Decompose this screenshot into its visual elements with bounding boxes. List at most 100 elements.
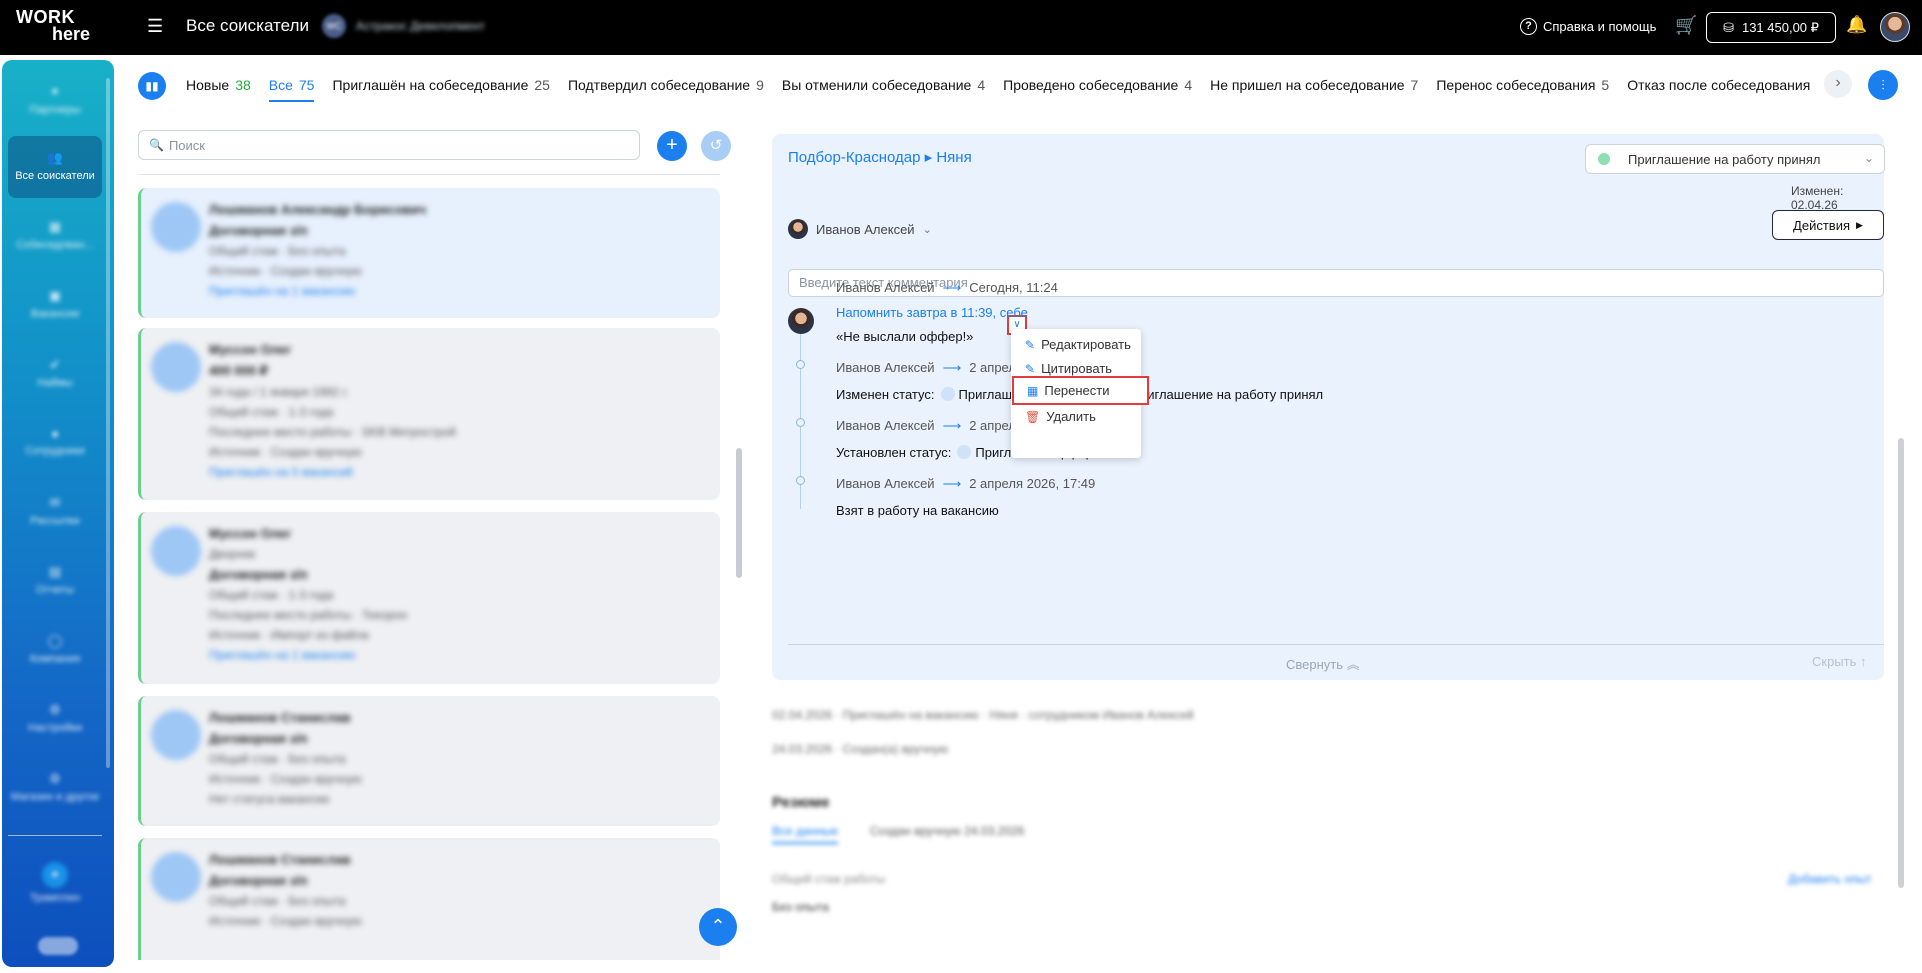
candidate-salary: Договорная з/п <box>209 223 308 238</box>
candidate-detail: Нет статуса вакансии <box>209 792 330 806</box>
sidebar-divider <box>8 835 102 836</box>
tabs-settings-button[interactable]: ⫶ <box>1868 70 1898 100</box>
candidate-card[interactable]: Лошманов Станислав Договорная з/п Общий … <box>138 696 720 826</box>
candidate-vacancies-link[interactable]: Приглашён на 5 вакансий <box>209 465 456 479</box>
tab-no-show[interactable]: Не пришел на собеседование 7 <box>1210 71 1418 99</box>
history-icon: ↺ <box>709 137 723 154</box>
search-input[interactable]: 🔍 Поиск <box>138 130 640 160</box>
funnel-chart-button[interactable]: ▮▮ <box>138 72 166 100</box>
sidebar-item-partners[interactable]: ✦ Партнеры <box>8 70 102 132</box>
person-name: Иванов Алексей <box>816 221 915 237</box>
candidate-detail: Последнее место работы · Текорон <box>209 608 408 622</box>
user-avatar[interactable] <box>1880 12 1910 42</box>
candidate-card[interactable]: Муссон Олег Дворник Договорная з/п Общий… <box>138 512 720 684</box>
handshake-icon: ✦ <box>49 84 61 99</box>
arrow-right-icon: ⟶ <box>942 418 962 433</box>
tab-cancelled[interactable]: Вы отменили собеседование 4 <box>782 71 985 99</box>
tab-confirmed[interactable]: Подтвердил собеседование 9 <box>568 71 764 99</box>
tab-label: Не пришел на собеседование <box>1210 77 1405 93</box>
sidebar-item-hires[interactable]: ✔ Наймы <box>8 343 102 405</box>
candidate-vacancies-link[interactable]: Приглашён на 1 вакансию <box>209 648 407 662</box>
bar-chart-icon: ▮▮ <box>145 79 159 93</box>
actions-button[interactable]: Действия ▶ <box>1772 210 1884 240</box>
list-divider <box>138 174 720 175</box>
candidate-detail: Последнее место работы · SKB Метрострой <box>209 425 456 439</box>
sidebar-item-interviews[interactable]: ▦ Собеседован... <box>8 205 102 267</box>
tab-label: Вы отменили собеседование <box>781 77 972 93</box>
status-select[interactable]: Приглашение на работу принял ⌄ <box>1585 144 1885 174</box>
timeline-dot <box>796 360 805 369</box>
sidebar-item-settings[interactable]: ⚙ Настройки <box>8 688 102 750</box>
tab-count: 38 <box>235 77 251 93</box>
tab-held[interactable]: Проведено собеседование 4 <box>1003 71 1192 99</box>
sidebar-item-employees[interactable]: ● Сотрудники <box>8 412 102 474</box>
history-row: 02.04.2026 · Приглашён на вакансию · Нян… <box>772 708 1194 722</box>
cart-icon[interactable]: 🛒 <box>1675 15 1697 36</box>
sidebar-item-bottom[interactable]: ✦ Трамплин <box>8 850 102 920</box>
menu-item-edit[interactable]: ✎ Редактировать <box>1025 337 1131 352</box>
tab-rescheduled[interactable]: Перенос собеседования 5 <box>1436 71 1609 99</box>
help-link[interactable]: ? Справка и помощь <box>1520 18 1656 35</box>
collapse-button[interactable]: Свернуть ︽ <box>1286 654 1360 673</box>
menu-icon[interactable]: ☰ <box>147 17 167 35</box>
pencil-icon: ✎ <box>1025 337 1036 352</box>
candidate-detail: Общий стаж · 1-3 года <box>209 405 334 419</box>
scrollbar-thumb[interactable] <box>1898 438 1904 888</box>
resume-tab-created[interactable]: Создан вручную 24.03.2026 <box>870 824 1024 838</box>
sidebar-item-shop[interactable]: ⚙ Магазин и другое <box>8 757 102 819</box>
sidebar-item-all-candidates[interactable]: 👥 Все соискатели <box>8 136 102 198</box>
candidate-avatar <box>151 526 201 576</box>
company-avatar[interactable]: WC <box>322 14 346 38</box>
changed-date: Изменен: 02.04.26 <box>1791 184 1844 212</box>
candidate-card[interactable]: Муссон Олег 400 000 ₽ 34 года / 1 января… <box>138 328 720 500</box>
tab-count: 25 <box>534 77 550 93</box>
list-scrollbar[interactable] <box>736 148 742 938</box>
resume-tab-all[interactable]: Все данные <box>772 824 839 844</box>
sidebar-item-mailings[interactable]: ✉ Рассылки <box>8 481 102 543</box>
menu-item-quote[interactable]: ✎ Цитировать <box>1025 361 1112 376</box>
detail-scrollbar[interactable] <box>1898 138 1904 958</box>
candidate-vacancies-link[interactable]: Приглашён на 1 вакансию <box>209 284 426 298</box>
scrollbar-thumb[interactable] <box>736 448 742 578</box>
responsible-person[interactable]: Иванов Алексей ⌄ <box>788 219 932 239</box>
chevron-right-icon: › <box>1835 74 1841 91</box>
status-dot-icon <box>1598 153 1610 165</box>
entry-time: 2 апреля 2026, 17:49 <box>969 476 1096 491</box>
sidebar-item-company[interactable]: ◯ Компания <box>8 619 102 681</box>
sidebar-item-label: Отчеты <box>35 584 75 596</box>
theme-toggle[interactable] <box>38 937 78 955</box>
candidate-card[interactable]: Лошманов Александр Борисович Договорная … <box>138 188 720 318</box>
user-icon: ● <box>51 426 59 441</box>
tab-all[interactable]: Все 75 <box>268 71 315 102</box>
arrow-right-icon: ⟶ <box>942 476 962 491</box>
menu-item-delete[interactable]: 🗑 Удалить <box>1025 409 1096 424</box>
candidate-card[interactable]: Лошманов Станислав Договорная з/п Общий … <box>138 838 720 960</box>
balance-button[interactable]: ⛁ 131 450,00 ₽ <box>1706 12 1836 43</box>
bell-icon[interactable]: 🔔 <box>1846 15 1867 35</box>
sidebar-item-vacancies[interactable]: ▣ Вакансии <box>8 274 102 336</box>
logo[interactable]: WORK here <box>16 8 90 46</box>
entry-author: Иванов Алексей <box>836 280 935 295</box>
candidates-list-panel: 🔍 Поиск + ↺ Лошманов Александр Борисович… <box>124 118 746 966</box>
menu-item-label: Цитировать <box>1041 361 1113 376</box>
sidebar-item-reports[interactable]: ▤ Отчеты <box>8 550 102 612</box>
tab-invited[interactable]: Приглашён на собеседование 25 <box>332 71 549 99</box>
reminder-link[interactable]: Напомнить завтра в 11:39, себе <box>836 305 1028 320</box>
tab-rejected[interactable]: Отказ после собеседования6 <box>1627 71 1816 99</box>
add-experience-link[interactable]: Добавить опыт <box>1788 872 1872 886</box>
tab-count: 75 <box>298 77 315 93</box>
tab-new[interactable]: Новые 38 <box>186 71 251 99</box>
breadcrumb[interactable]: Подбор-Краснодар ▸ Няня <box>788 148 972 166</box>
entry-author: Иванов Алексей <box>836 418 935 433</box>
entry-author: Иванов Алексей <box>836 360 935 375</box>
candidate-info: Муссон Олег Дворник Договорная з/п Общий… <box>209 526 407 668</box>
tabs-next-button[interactable]: › <box>1824 70 1852 98</box>
menu-item-move[interactable]: ▦ Перенести <box>1027 383 1110 398</box>
add-candidate-button[interactable]: + <box>657 131 687 161</box>
sidebar-scrollbar[interactable] <box>106 78 110 768</box>
history-button[interactable]: ↺ <box>701 131 731 161</box>
sidebar-item-label: Вакансии <box>30 308 80 320</box>
scroll-to-top-button[interactable]: ⌃ <box>699 908 737 946</box>
hide-button[interactable]: Скрыть ↑ <box>1812 654 1867 669</box>
company-name[interactable]: Астракос Девелопмент <box>356 19 485 33</box>
